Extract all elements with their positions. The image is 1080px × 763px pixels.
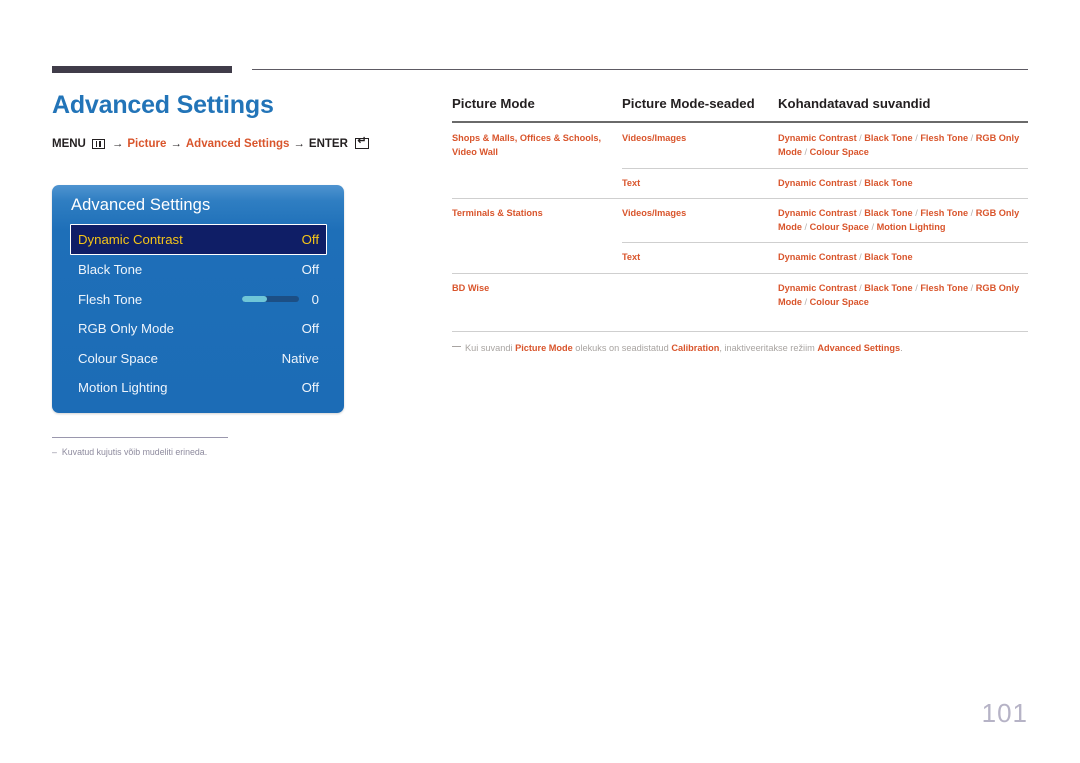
page-number: 101 <box>981 698 1028 728</box>
osd-row-value-group: Native <box>282 351 319 366</box>
left-footnote-dash: – <box>52 447 57 457</box>
osd-row-label: Colour Space <box>78 350 158 366</box>
osd-row-label: Motion Lighting <box>78 380 168 396</box>
right-footnote-mid-1: olekuks on seadistatud <box>572 343 672 353</box>
header-rule-thin <box>252 69 1028 70</box>
right-footnote-dash <box>452 346 461 347</box>
osd-row-value: Off <box>301 380 319 396</box>
osd-row-value-group: 0 <box>241 291 319 307</box>
table-header-row: Picture Mode Picture Mode-seaded Kohanda… <box>452 96 1028 124</box>
table-row: Shops & Malls, Offices & Schools, Video … <box>452 124 1028 168</box>
osd-row-value: Off <box>301 232 319 247</box>
table-cell-picture-mode: BD Wise <box>452 272 622 317</box>
osd-panel: Advanced Settings Dynamic Contrast Off Bla… <box>52 185 344 413</box>
breadcrumb: MENU → Picture → Advanced Settings → ENT… <box>52 136 422 150</box>
right-footnote-term-advanced-settings: Advanced Settings <box>817 343 901 353</box>
breadcrumb-arrow-1: → <box>111 137 124 150</box>
table-cell-picture-mode-seaded: Videos/Images <box>622 197 778 243</box>
manual-page: Advanced Settings MENU → Picture → Advan… <box>0 0 1080 763</box>
osd-row-label: RGB Only Mode <box>78 321 175 337</box>
table-cell-picture-mode: Terminals & Stations <box>452 197 622 273</box>
breadcrumb-step-picture: Picture <box>127 137 167 150</box>
breadcrumb-arrow-2: → <box>170 137 182 150</box>
osd-slider[interactable] <box>241 296 299 303</box>
table-cell-picture-mode-seaded: Text <box>622 242 778 273</box>
osd-row-value: Off <box>301 262 319 278</box>
column-header-picture-mode-seaded: Picture Mode-seaded <box>622 96 755 111</box>
enter-key-icon <box>354 136 369 149</box>
table-cell-kohandatavad-suvandid: Dynamic Contrast / Black Tone <box>778 242 1028 273</box>
osd-row-rgb-only-mode[interactable]: RGB Only Mode Off <box>71 314 326 344</box>
table-cell-kohandatavad-suvandid: Dynamic Contrast / Black Tone / Flesh To… <box>778 197 1028 243</box>
osd-row-value-group: Off <box>302 262 319 277</box>
osd-row-label: Black Tone <box>78 262 143 278</box>
table-cell-picture-mode-seaded: Videos/Images <box>622 133 687 143</box>
osd-row-value-group: Off <box>302 380 319 395</box>
table-cell-picture-mode: Shops & Malls, Offices & Schools, Video … <box>452 133 602 158</box>
osd-row-motion-lighting[interactable]: Motion Lighting Off <box>71 373 326 403</box>
table-row: BD Wise Dynamic Contrast / Black Tone / F… <box>452 272 1028 317</box>
left-column: Advanced Settings MENU → Picture → Advan… <box>52 91 422 166</box>
osd-row-value: Off <box>301 321 319 337</box>
table-cell-kohandatavad-suvandid: Dynamic Contrast / Black Tone <box>778 167 1028 199</box>
table-bottom-rule <box>452 331 1028 332</box>
osd-row-value-group: Off <box>302 232 319 247</box>
right-footnote-term-calibration: Calibration <box>671 343 720 353</box>
osd-row-value-group: Off <box>302 321 319 336</box>
table-cell-kohandatavad-suvandid: Dynamic Contrast / Black Tone / Flesh To… <box>778 133 1020 158</box>
table-row: Terminals & Stations Videos/Images Dynamic… <box>452 197 1028 273</box>
table-cell-kohandatavad-suvandid: Dynamic Contrast / Black Tone / Flesh To… <box>778 272 1028 317</box>
page-title: Advanced Settings <box>52 91 274 119</box>
osd-row-label: Flesh Tone <box>78 291 143 307</box>
breadcrumb-arrow-3: → <box>293 137 305 150</box>
breadcrumb-step-advanced-settings: Advanced Settings <box>185 137 290 150</box>
osd-row-value: 0 <box>311 291 319 307</box>
breadcrumb-menu-label: MENU <box>52 137 86 150</box>
left-footnote-rule <box>52 437 228 438</box>
column-header-picture-mode: Picture Mode <box>452 96 535 111</box>
right-footnote-term-picture-mode: Picture Mode <box>515 343 573 353</box>
right-footnote-suffix: . <box>900 343 903 353</box>
menu-grid-icon <box>91 138 105 149</box>
osd-row-value: Native <box>281 350 319 366</box>
options-table: Picture Mode Picture Mode-seaded Kohanda… <box>452 96 1028 317</box>
osd-title: Advanced Settings <box>71 196 211 214</box>
table-header-rule <box>452 121 1028 123</box>
osd-row-black-tone[interactable]: Black Tone Off <box>71 255 326 285</box>
osd-row-label: Dynamic Contrast <box>78 232 183 247</box>
right-footnote-prefix: Kui suvandi <box>465 343 516 353</box>
table-cell-picture-mode-seaded <box>622 272 778 317</box>
column-header-kohandatavad-suvandid: Kohandatavad suvandid <box>778 96 931 111</box>
options-table-head: Picture Mode Picture Mode-seaded Kohanda… <box>452 96 1028 124</box>
options-table-wrapper: Picture Mode Picture Mode-seaded Kohanda… <box>452 96 1028 317</box>
osd-row-dynamic-contrast[interactable]: Dynamic Contrast Off <box>70 224 327 255</box>
right-footnote-mid-2: , inaktiveeritakse režiim <box>719 343 818 353</box>
osd-row-colour-space[interactable]: Colour Space Native <box>71 344 326 374</box>
left-footnote: – Kuvatud kujutis võib mudeliti erineda. <box>52 447 207 457</box>
osd-menu-list: Dynamic Contrast Off Black Tone Off Flesh To… <box>70 224 327 403</box>
options-table-body: Shops & Malls, Offices & Schools, Video … <box>452 124 1028 317</box>
header-rule-thick <box>52 66 232 73</box>
left-footnote-text: Kuvatud kujutis võib mudeliti erineda. <box>61 447 208 457</box>
right-footnote: Kui suvandi Picture Mode olekuks on sead… <box>452 342 1028 356</box>
osd-slider-fill <box>241 296 268 303</box>
osd-row-flesh-tone[interactable]: Flesh Tone 0 <box>71 285 326 315</box>
table-cell-picture-mode-seaded: Text <box>622 167 778 199</box>
breadcrumb-enter-label: ENTER <box>308 137 348 150</box>
